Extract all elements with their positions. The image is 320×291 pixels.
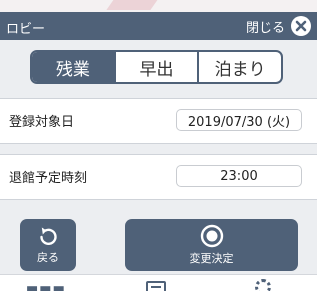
- undo-icon: [40, 227, 57, 246]
- mode-tab-early[interactable]: 早出: [113, 52, 198, 82]
- departure-time-label: 退館予定時刻: [9, 171, 88, 186]
- back-button[interactable]: 戻る: [20, 219, 76, 271]
- registration-date-row: 登録対象日 2019/07/30 (火): [0, 99, 317, 143]
- back-button-label: 戻る: [37, 251, 59, 264]
- close-label[interactable]: 閉じる: [246, 17, 285, 36]
- background-decoration: [106, 0, 162, 10]
- close-control[interactable]: 閉じる: [246, 15, 311, 37]
- departure-time-field[interactable]: 23:00: [176, 165, 302, 187]
- registration-date-label: 登録対象日: [9, 115, 75, 130]
- dialog-title: ロビー: [6, 22, 46, 37]
- departure-time-row: 退館予定時刻 23:00: [0, 155, 317, 199]
- registration-date-field[interactable]: 2019/07/30 (火): [176, 109, 302, 131]
- close-icon[interactable]: [291, 16, 311, 36]
- gear-icon[interactable]: [255, 279, 271, 291]
- mode-tab-overnight[interactable]: 泊まり: [197, 52, 281, 82]
- radio-icon: [200, 224, 223, 248]
- mode-selector-panel: 残業 早出 泊まり: [0, 40, 317, 98]
- confirm-change-button[interactable]: 変更決定: [125, 219, 298, 271]
- bottom-tab-bar: ▬▬▬: [0, 274, 317, 291]
- section-gap: [0, 200, 317, 208]
- confirm-button-label: 変更決定: [189, 252, 234, 265]
- background-strip: [0, 0, 317, 12]
- mode-segmented-control: 残業 早出 泊まり: [30, 50, 283, 84]
- mode-tab-overtime[interactable]: 残業: [32, 52, 114, 82]
- dialog-header: ロビー 閉じる: [0, 12, 317, 40]
- section-gap: [0, 144, 317, 154]
